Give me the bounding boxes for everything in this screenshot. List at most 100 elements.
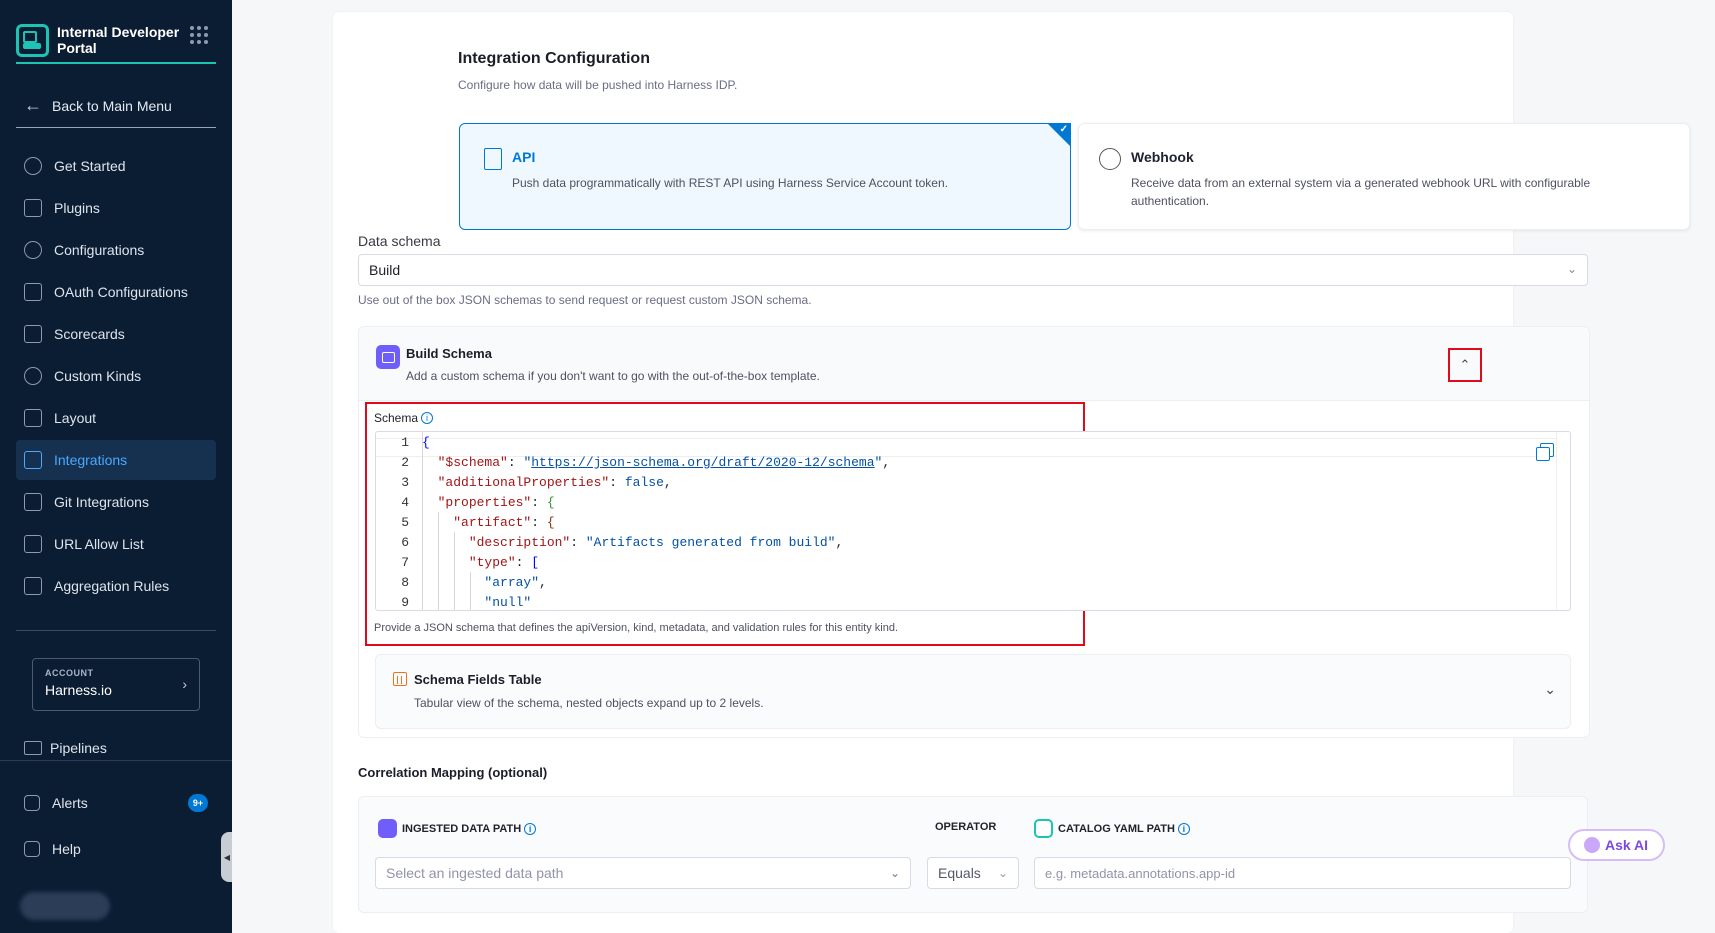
table-icon xyxy=(393,672,407,686)
sidebar-item-alerts[interactable]: Alerts 9+ xyxy=(16,788,216,818)
col-label: CATALOG YAML PATH xyxy=(1058,822,1175,835)
copy-icon[interactable] xyxy=(1536,443,1554,461)
info-icon[interactable]: i xyxy=(524,822,537,835)
option-webhook[interactable]: Webhook Receive data from an external sy… xyxy=(1078,123,1690,230)
code-line: 9 "null" xyxy=(376,593,890,610)
editor-scrollbar[interactable] xyxy=(1556,432,1570,610)
webhook-icon xyxy=(1099,148,1121,170)
app-switcher-icon[interactable] xyxy=(190,26,208,44)
collapse-button[interactable]: ⌃ xyxy=(1448,348,1482,382)
sidebar-item-label: Pipelines xyxy=(50,740,107,756)
scorecard-icon xyxy=(24,325,42,343)
code-line: 6 "description": "Artifacts generated fr… xyxy=(376,533,890,553)
page-title: Integration Configuration xyxy=(458,50,650,67)
option-desc: Push data programmatically with REST API… xyxy=(512,176,948,190)
sidebar-item-integrations[interactable]: Integrations xyxy=(16,440,216,480)
sidebar-item-plugins[interactable]: Plugins xyxy=(16,188,216,228)
option-api[interactable]: API Push data programmatically with REST… xyxy=(459,123,1071,230)
ingested-icon xyxy=(378,819,397,838)
option-title: Webhook xyxy=(1131,149,1194,165)
schema-code-editor[interactable]: 1{ 2 "$schema": "https://json-schema.org… xyxy=(375,431,1571,611)
integration-icon xyxy=(24,451,42,469)
account-label: ACCOUNT xyxy=(45,668,94,678)
sidebar-item-label: URL Allow List xyxy=(54,536,144,552)
col-label: INGESTED DATA PATH xyxy=(402,822,522,835)
sidebar-item-git-integrations[interactable]: Git Integrations xyxy=(16,482,216,522)
code-lines: 1{ 2 "$schema": "https://json-schema.org… xyxy=(376,433,890,610)
brand[interactable]: Internal Developer Portal xyxy=(16,16,216,64)
line-number: 1 xyxy=(401,435,409,450)
ask-ai-label: Ask AI xyxy=(1605,837,1649,853)
sidebar-item-label: Get Started xyxy=(54,158,126,174)
sidebar-item-get-started[interactable]: Get Started xyxy=(16,146,216,186)
sidebar-item-scorecards[interactable]: Scorecards xyxy=(16,314,216,354)
fields-table-desc: Tabular view of the schema, nested objec… xyxy=(414,696,764,710)
sidebar-item-pipelines[interactable]: Pipelines xyxy=(16,733,216,763)
build-schema-title: Build Schema xyxy=(406,346,492,361)
data-schema-value: Build xyxy=(369,262,401,278)
correlation-title: Correlation Mapping (optional) xyxy=(358,765,548,780)
chevron-down-icon[interactable]: ⌄ xyxy=(1544,681,1556,698)
info-icon[interactable]: i xyxy=(421,412,434,424)
line-number: 6 xyxy=(401,535,409,550)
code-line: 3 "additionalProperties": false, xyxy=(376,473,890,493)
sidebar-item-label: Configurations xyxy=(54,242,145,258)
account-name: Harness.io xyxy=(45,682,112,698)
code-line: 8 "array", xyxy=(376,573,890,593)
sidebar-item-url-allow-list[interactable]: URL Allow List xyxy=(16,524,216,564)
line-number: 7 xyxy=(401,555,409,570)
sidebar-item-configurations[interactable]: Configurations xyxy=(16,230,216,270)
col-label: OPERATOR xyxy=(935,821,997,833)
plugin-icon xyxy=(24,199,42,217)
idp-logo-icon xyxy=(16,23,49,57)
page-subtitle: Configure how data will be pushed into H… xyxy=(458,78,738,92)
chevron-down-icon: ⌄ xyxy=(889,866,900,880)
code-line: 7 "type": [ xyxy=(376,553,890,573)
link-icon xyxy=(24,535,42,553)
account-switcher[interactable]: ACCOUNT Harness.io › xyxy=(32,658,200,711)
schema-label-text: Schema xyxy=(374,411,419,425)
ingested-path-select[interactable]: Select an ingested data path ⌄ xyxy=(375,857,911,889)
ask-ai-button[interactable]: Ask AI xyxy=(1568,829,1665,861)
sidebar-nav: Get Started Plugins Configurations OAuth… xyxy=(16,146,216,608)
operator-select[interactable]: Equals ⌄ xyxy=(927,857,1019,889)
correlation-panel xyxy=(358,796,1588,913)
schema-fields-table[interactable]: Schema Fields Table Tabular view of the … xyxy=(375,654,1571,729)
sidebar-item-custom-kinds[interactable]: Custom Kinds xyxy=(16,356,216,396)
sidebar-item-oauth-configurations[interactable]: OAuth Configurations xyxy=(16,272,216,312)
sidebar: Internal Developer Portal ← Back to Main… xyxy=(0,0,232,933)
sidebar-item-aggregation-rules[interactable]: Aggregation Rules xyxy=(16,566,216,606)
sidebar-item-help[interactable]: Help xyxy=(16,834,216,864)
schema-hint: Provide a JSON schema that defines the a… xyxy=(374,622,899,634)
line-number: 4 xyxy=(401,495,409,510)
api-doc-icon xyxy=(484,148,502,170)
catalog-icon xyxy=(1034,819,1053,838)
build-schema-header: Build Schema Add a custom schema if you … xyxy=(359,327,1589,401)
info-icon[interactable]: i xyxy=(1177,822,1190,835)
sidebar-bottom-divider xyxy=(0,760,232,761)
user-avatar[interactable] xyxy=(20,892,110,920)
sidebar-item-label: Git Integrations xyxy=(54,494,149,510)
chevron-down-icon: ⌄ xyxy=(1566,262,1577,276)
sidebar-item-label: Custom Kinds xyxy=(54,368,142,384)
back-to-main-menu[interactable]: ← Back to Main Menu xyxy=(16,84,216,128)
brand-underline xyxy=(16,62,216,64)
col-catalog-header: CATALOG YAML PATH i xyxy=(1034,819,1190,838)
bell-icon xyxy=(24,795,40,811)
line-number: 3 xyxy=(401,475,409,490)
schema-icon xyxy=(376,345,400,369)
data-schema-label: Data schema xyxy=(358,233,441,249)
catalog-path-input[interactable]: e.g. metadata.annotations.app-id xyxy=(1034,857,1571,889)
app-title: Internal Developer Portal xyxy=(57,24,180,56)
sidebar-item-layout[interactable]: Layout xyxy=(16,398,216,438)
schema-label: Schema i xyxy=(374,411,434,425)
placeholder: Select an ingested data path xyxy=(386,865,564,881)
chevron-up-icon: ⌃ xyxy=(1459,357,1471,372)
data-schema-select[interactable]: Build ⌄ xyxy=(358,254,1588,286)
operator-value: Equals xyxy=(938,865,981,881)
help-icon xyxy=(24,841,40,857)
col-operator-header: OPERATOR xyxy=(935,821,996,833)
col-ingested-header: INGESTED DATA PATH i xyxy=(378,819,537,838)
line-number: 9 xyxy=(401,595,409,610)
check-icon: ✓ xyxy=(1059,124,1068,135)
